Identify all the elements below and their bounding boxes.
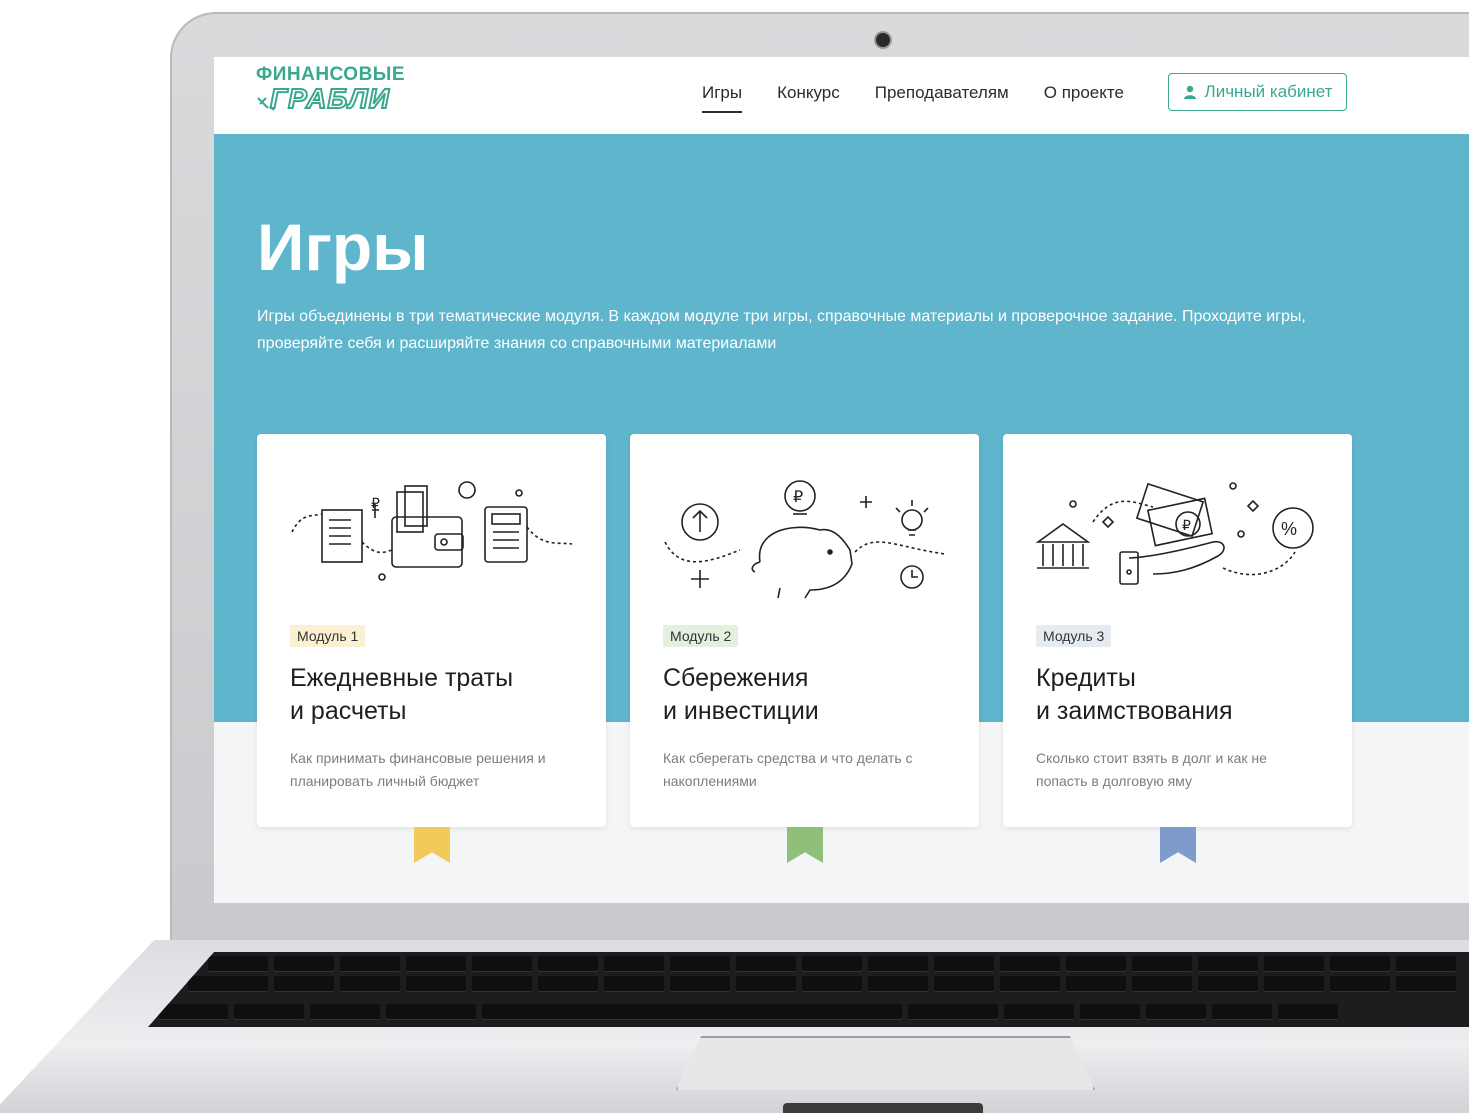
laptop-screen: ФИНАНСОВЫЕ ГРАБЛИ Игры Конкурс Преподава… xyxy=(214,57,1469,903)
site-logo[interactable]: ФИНАНСОВЫЕ ГРАБЛИ xyxy=(256,64,416,122)
module-title-line1: Сбережения xyxy=(663,664,809,692)
module-title-line1: Ежедневные траты xyxy=(290,664,514,692)
laptop-notch xyxy=(783,1103,983,1113)
hero-description: Игры объединены в три тематические модул… xyxy=(257,308,1306,352)
module-badge: Модуль 3 xyxy=(1036,625,1112,647)
personal-cabinet-button[interactable]: Личный кабинет xyxy=(1168,73,1347,111)
laptop-base xyxy=(0,940,1469,1113)
personal-cabinet-label: Личный кабинет xyxy=(1204,82,1333,101)
module-card-3[interactable]: ₽ % Модуль 3 Кредиты и заимствования Ско… xyxy=(1003,434,1352,827)
module-badge: Модуль 2 xyxy=(663,625,739,647)
rake-icon xyxy=(257,97,275,111)
keyboard-row xyxy=(158,1004,1469,1020)
module-description: Сколько стоит взять в долг и как не попа… xyxy=(1036,750,1267,789)
module-description: Как принимать финансовые решения и плани… xyxy=(290,750,546,789)
page-title: Игры xyxy=(257,210,429,284)
site-header: ФИНАНСОВЫЕ ГРАБЛИ Игры Конкурс Преподава… xyxy=(214,57,1469,134)
svg-text:₽: ₽ xyxy=(1182,517,1191,533)
module-description: Как сберегать средства и что делать с на… xyxy=(663,750,913,789)
credit-bank-icon: ₽ % xyxy=(1035,482,1314,585)
svg-text:₽: ₽ xyxy=(371,495,380,511)
keyboard-row xyxy=(188,976,1469,992)
module-title: Сбережения и инвестиции xyxy=(663,662,953,728)
keyboard xyxy=(148,952,1469,1027)
webcam-icon xyxy=(876,33,890,47)
trackpad xyxy=(676,1036,1095,1090)
nav-item-contest[interactable]: Конкурс xyxy=(777,83,840,113)
module-title-line2: и заимствования xyxy=(1036,697,1233,725)
module-title: Ежедневные траты и расчеты xyxy=(290,662,580,728)
module-title-line2: и расчеты xyxy=(290,697,407,725)
module-title-line2: и инвестиции xyxy=(663,697,819,725)
svg-text:₽: ₽ xyxy=(793,489,803,506)
piggy-bank-icon: ₽ xyxy=(664,480,946,599)
logo-line2: ГРАБЛИ xyxy=(269,82,390,115)
nav-item-about[interactable]: О проекте xyxy=(1044,83,1124,113)
user-icon xyxy=(1183,85,1196,99)
nav-item-teachers[interactable]: Преподавателям xyxy=(875,83,1009,113)
main-nav: Игры Конкурс Преподавателям О проекте xyxy=(702,83,1159,113)
wallet-budget-icon: ₽ xyxy=(291,481,573,581)
nav-item-games[interactable]: Игры xyxy=(702,83,743,113)
keyboard-row xyxy=(208,956,1469,972)
module-card-1[interactable]: ₽ Модуль 1 Ежедневные траты и расчеты Ка… xyxy=(257,434,606,827)
module-title: Кредиты и заимствования xyxy=(1036,662,1326,728)
module-title-line1: Кредиты xyxy=(1036,664,1136,692)
svg-text:%: % xyxy=(1281,519,1297,539)
module-card-2[interactable]: ₽ Модуль 2 Сбережения и инвестиции Как с… xyxy=(630,434,979,827)
module-badge: Модуль 1 xyxy=(290,625,366,647)
